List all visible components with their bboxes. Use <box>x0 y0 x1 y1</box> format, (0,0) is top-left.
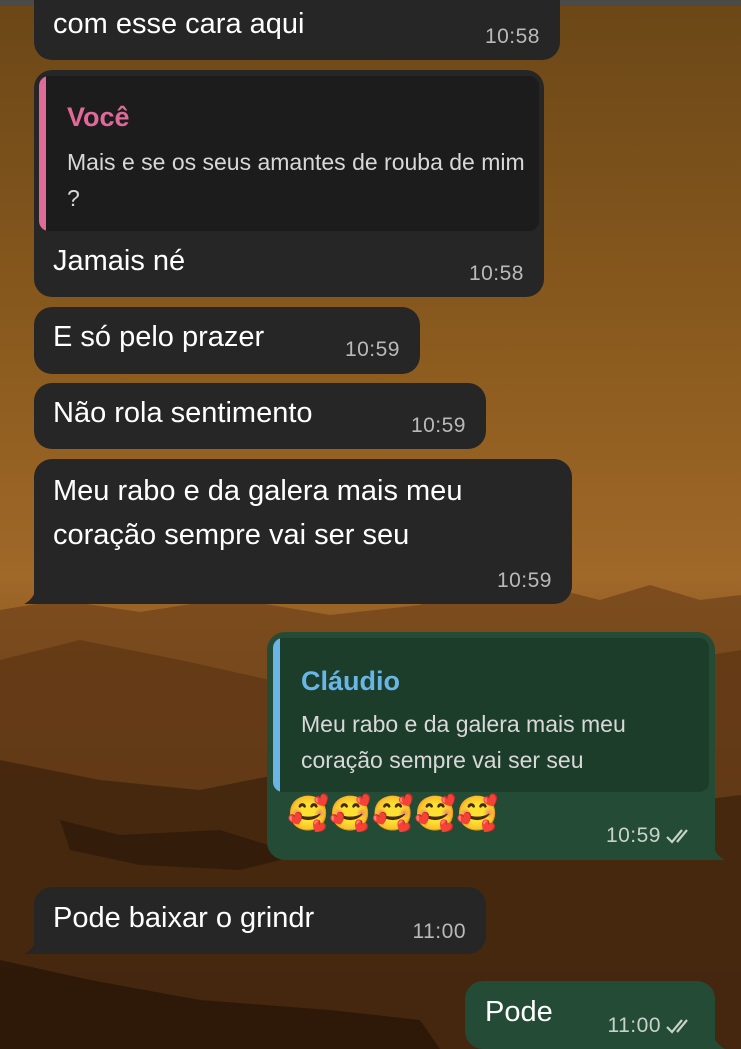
message-time: 11:00 <box>412 920 466 943</box>
message-bubble-incoming-reply[interactable]: Você Mais e se os seus amantes de rouba … <box>34 70 544 297</box>
quoted-message[interactable]: Cláudio Meu rabo e da galera mais meu co… <box>273 638 709 792</box>
message-text: com esse cara aqui <box>53 8 305 40</box>
message-time: 10:58 <box>468 262 524 285</box>
message-bubble-incoming[interactable]: Pode baixar o grindr 11:00 <box>24 887 486 954</box>
message-text: Jamais né <box>53 245 186 277</box>
message-time: 10:59 <box>496 569 552 592</box>
quote-sender-name: Cláudio <box>301 666 400 696</box>
quote-text: Meu rabo e da galera mais meu coração se… <box>301 711 626 773</box>
read-double-check-icon <box>666 1019 688 1034</box>
emoji-message: 🥰🥰🥰🥰🥰 <box>287 795 499 833</box>
message-bubble-outgoing[interactable]: Pode 11:00 <box>465 981 725 1049</box>
message-bubble-incoming[interactable]: com esse cara aqui 10:58 <box>34 0 560 60</box>
message-bubble-incoming[interactable]: Meu rabo e da galera mais meu coração se… <box>24 459 572 604</box>
quoted-message[interactable]: Você Mais e se os seus amantes de rouba … <box>39 76 539 231</box>
quote-accent-bar <box>39 76 46 231</box>
quote-text: Mais e se os seus amantes de rouba de mi… <box>67 149 525 211</box>
message-bubble-incoming[interactable]: E só pelo prazer 10:59 <box>34 307 420 374</box>
quote-sender-name: Você <box>67 102 130 132</box>
message-text: Pode <box>485 996 553 1028</box>
message-text: E só pelo prazer <box>53 321 265 353</box>
bubble-tail <box>703 1029 725 1049</box>
message-bubble-incoming[interactable]: Não rola sentimento 10:59 <box>34 383 486 449</box>
message-time: 11:00 <box>607 1014 661 1037</box>
message-text: Não rola sentimento <box>53 397 313 429</box>
message-time: 10:59 <box>605 824 661 847</box>
message-bubble-outgoing-reply[interactable]: Cláudio Meu rabo e da galera mais meu co… <box>267 632 725 860</box>
message-text: Pode baixar o grindr <box>53 902 315 934</box>
message-time: 10:59 <box>344 338 400 361</box>
message-text: Meu rabo e da galera mais meu coração se… <box>53 475 463 551</box>
message-time: 10:58 <box>484 25 540 48</box>
message-time: 10:59 <box>410 414 466 437</box>
read-double-check-icon <box>666 829 688 844</box>
bubble-tail <box>24 934 46 954</box>
bubble-tail <box>703 840 725 860</box>
bubble-tail <box>24 584 46 604</box>
quote-accent-bar <box>273 638 280 792</box>
